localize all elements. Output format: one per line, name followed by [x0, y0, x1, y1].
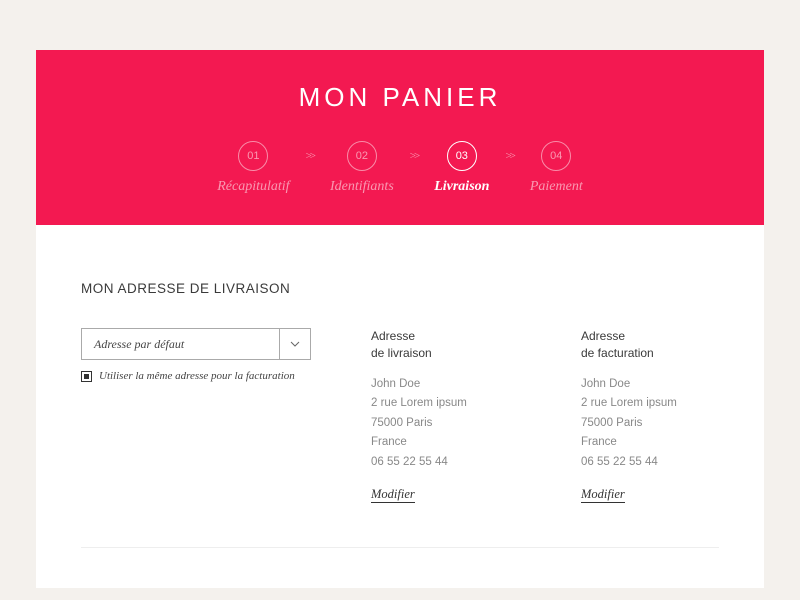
step-recap[interactable]: 01 Récapitulatif: [217, 141, 289, 195]
step-number: 01: [238, 141, 268, 171]
title-line: de facturation: [581, 345, 731, 362]
shipping-address-column: Adresse de livraison John Doe 2 rue Lore…: [371, 328, 521, 503]
billing-address-title: Adresse de facturation: [581, 328, 731, 362]
checkout-content: MON ADRESSE DE LIVRAISON Adresse par déf…: [36, 225, 764, 588]
title-line: de livraison: [371, 345, 521, 362]
step-number: 03: [447, 141, 477, 171]
step-identifiants[interactable]: 02 Identifiants: [330, 141, 394, 195]
address-name: John Doe: [581, 375, 731, 395]
step-number: 02: [347, 141, 377, 171]
modify-shipping-link[interactable]: Modifier: [371, 487, 415, 503]
title-line: Adresse: [581, 328, 731, 345]
shipping-address-body: John Doe 2 rue Lorem ipsum 75000 Paris F…: [371, 375, 521, 473]
select-value: Adresse par défaut: [82, 329, 279, 359]
billing-address-column: Adresse de facturation John Doe 2 rue Lo…: [581, 328, 731, 503]
billing-address-body: John Doe 2 rue Lorem ipsum 75000 Paris F…: [581, 375, 731, 473]
step-label: Identifiants: [330, 179, 394, 195]
address-city: 75000 Paris: [581, 414, 731, 434]
address-select[interactable]: Adresse par défaut: [81, 328, 311, 360]
content-row: Adresse par défaut Utiliser la même adre…: [81, 328, 719, 503]
checkout-container: MON PANIER 01 Récapitulatif >> 02 Identi…: [36, 50, 764, 588]
chevron-right-icon: >>: [410, 150, 418, 162]
checkbox-checked-icon: [84, 374, 89, 379]
same-address-checkbox-row: Utiliser la même adresse pour la factura…: [81, 370, 311, 382]
step-livraison[interactable]: 03 Livraison: [434, 141, 489, 195]
address-name: John Doe: [371, 375, 521, 395]
step-label: Livraison: [434, 179, 489, 195]
address-country: France: [581, 433, 731, 453]
shipping-address-title: Adresse de livraison: [371, 328, 521, 362]
address-street: 2 rue Lorem ipsum: [581, 394, 731, 414]
section-divider: [81, 547, 719, 548]
step-paiement[interactable]: 04 Paiement: [530, 141, 583, 195]
page-title: MON PANIER: [36, 82, 764, 113]
step-label: Récapitulatif: [217, 179, 289, 195]
chevron-right-icon: >>: [306, 150, 314, 162]
address-selector-column: Adresse par défaut Utiliser la même adre…: [81, 328, 311, 503]
step-number: 04: [541, 141, 571, 171]
address-country: France: [371, 433, 521, 453]
checkbox-label: Utiliser la même adresse pour la factura…: [99, 370, 295, 382]
checkout-steps: 01 Récapitulatif >> 02 Identifiants >> 0…: [36, 141, 764, 195]
address-street: 2 rue Lorem ipsum: [371, 394, 521, 414]
checkout-header: MON PANIER 01 Récapitulatif >> 02 Identi…: [36, 50, 764, 225]
chevron-down-icon[interactable]: [279, 329, 310, 359]
title-line: Adresse: [371, 328, 521, 345]
same-address-checkbox[interactable]: [81, 371, 92, 382]
step-label: Paiement: [530, 179, 583, 195]
section-title: MON ADRESSE DE LIVRAISON: [81, 281, 719, 296]
modify-billing-link[interactable]: Modifier: [581, 487, 625, 503]
address-phone: 06 55 22 55 44: [581, 453, 731, 473]
address-phone: 06 55 22 55 44: [371, 453, 521, 473]
address-city: 75000 Paris: [371, 414, 521, 434]
chevron-right-icon: >>: [505, 150, 513, 162]
